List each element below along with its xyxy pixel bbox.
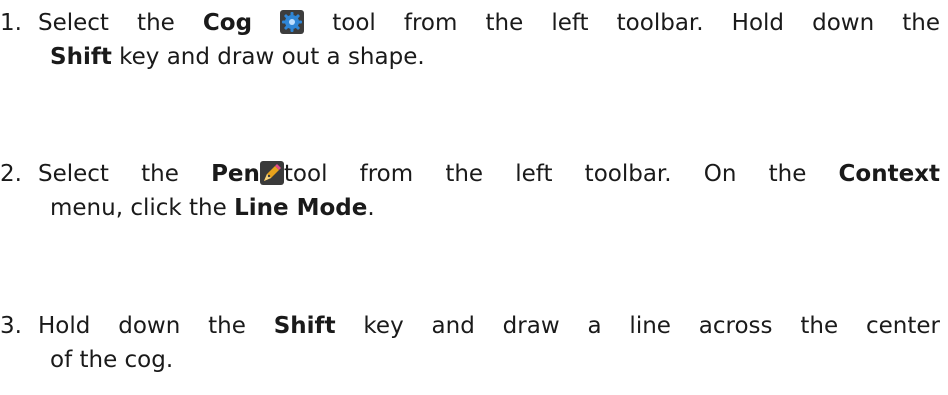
- key-name: Shift: [50, 44, 112, 70]
- pen-icon: [259, 161, 284, 185]
- tool-name: Pen: [211, 161, 260, 187]
- step-number: 3.: [0, 313, 22, 339]
- step-1-line-2: Shift key and draw out a shape.: [0, 40, 940, 74]
- step-text: Hold down the: [38, 313, 274, 339]
- step-1-line-1: 1. Select the Cog tool from the left tool…: [0, 6, 940, 40]
- step-2-line-2: menu, click the Line Mode.: [0, 191, 940, 225]
- cog-icon: [280, 10, 305, 34]
- key-name: Shift: [273, 313, 336, 339]
- step-3-line-2: of the cog.: [0, 343, 940, 377]
- step-number: 2.: [0, 161, 22, 187]
- step-3: 3. Hold down the Shift key and draw a lin…: [0, 309, 940, 377]
- step-text: menu, click the: [50, 195, 235, 221]
- tool-name: Cog: [202, 10, 253, 36]
- step-text: of the cog.: [50, 347, 174, 373]
- step-text: tool from the left toolbar. On the: [283, 161, 839, 187]
- step-text: Select the: [38, 10, 203, 36]
- mode-name: Line Mode: [234, 195, 368, 221]
- step-3-line-1: 3. Hold down the Shift key and draw a lin…: [0, 309, 940, 343]
- step-number: 1.: [0, 10, 22, 36]
- step-text: key and draw a line across the center: [335, 313, 940, 339]
- step-text: tool from the left toolbar. Hold down th…: [304, 10, 941, 36]
- step-1: 1. Select the Cog tool from the left tool…: [0, 6, 940, 74]
- step-text: Select the: [38, 161, 212, 187]
- step-2: 2. Select the Pen tool from the left tool…: [0, 157, 940, 225]
- step-text: key and draw out a shape.: [111, 44, 425, 70]
- step-text: .: [367, 195, 375, 221]
- step-2-line-1: 2. Select the Pen tool from the left tool…: [0, 157, 940, 191]
- menu-name: Context: [838, 161, 941, 187]
